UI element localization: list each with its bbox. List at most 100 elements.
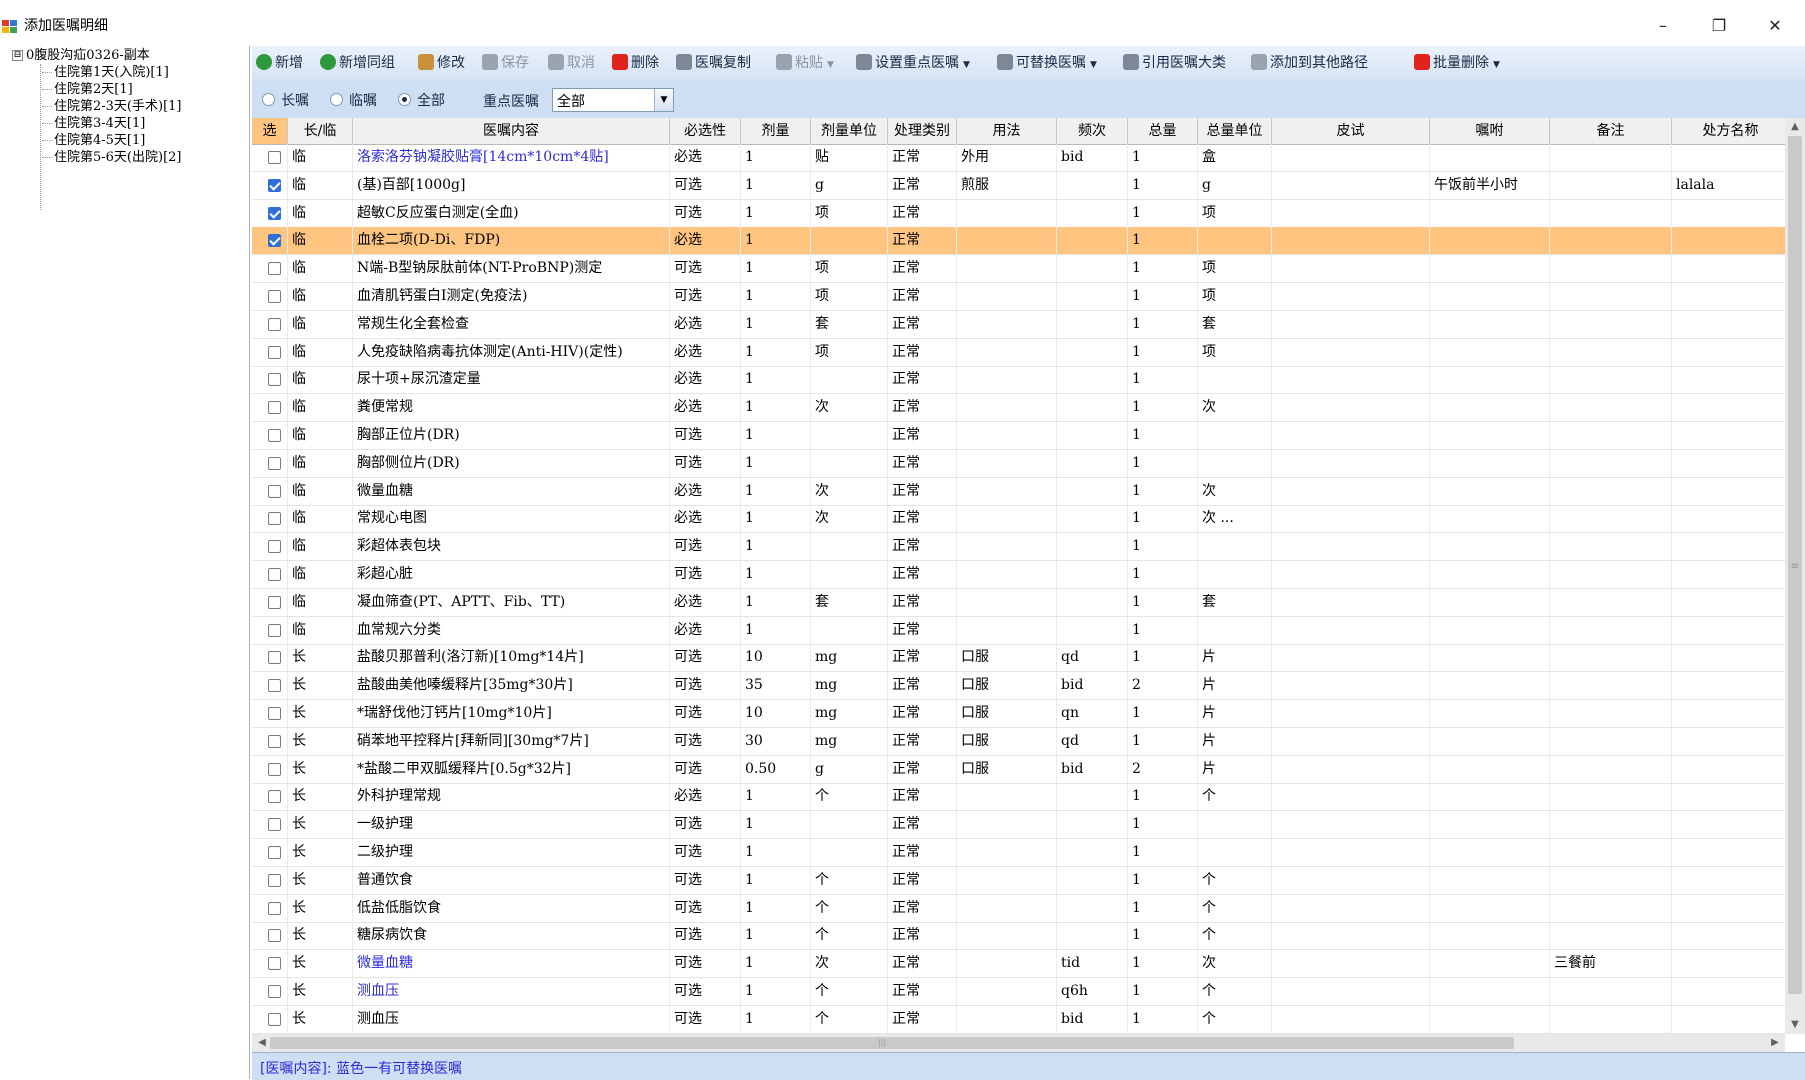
- grid-cell[interactable]: 二级护理: [353, 839, 670, 866]
- key-order-select[interactable]: 全部 ▼: [552, 88, 674, 112]
- grid-cell[interactable]: [1272, 700, 1430, 727]
- grid-cell[interactable]: 个: [1198, 783, 1272, 811]
- grid-cell[interactable]: [1550, 394, 1672, 422]
- grid-cell[interactable]: 长: [288, 783, 353, 811]
- grid-cell[interactable]: [1672, 1005, 1790, 1033]
- row-checkbox[interactable]: [268, 429, 281, 442]
- grid-cell[interactable]: 1: [1128, 978, 1198, 1005]
- grid-cell[interactable]: 1: [741, 227, 811, 255]
- grid-cell[interactable]: 微量血糖: [353, 477, 670, 505]
- grid-cell[interactable]: 次 ...: [1198, 505, 1272, 533]
- grid-cell[interactable]: [1057, 338, 1128, 366]
- grid-cell[interactable]: [1550, 978, 1672, 1005]
- grid-cell[interactable]: [1672, 561, 1790, 588]
- grid-cell[interactable]: g: [811, 755, 888, 783]
- grid-cell[interactable]: 必选: [670, 366, 741, 394]
- grid-cell[interactable]: [1430, 394, 1550, 422]
- grid-cell[interactable]: 彩超心脏: [353, 561, 670, 588]
- grid-cell[interactable]: 正常: [888, 783, 957, 811]
- grid-cell[interactable]: 临: [288, 144, 353, 171]
- grid-cell[interactable]: [1430, 227, 1550, 255]
- grid-cell[interactable]: 1: [1128, 505, 1198, 533]
- batch-delete-button[interactable]: 批量删除 ▼: [1414, 52, 1500, 74]
- grid-cell[interactable]: 胸部侧位片(DR): [353, 449, 670, 477]
- row-checkbox[interactable]: [268, 151, 281, 164]
- grid-cell[interactable]: 正常: [888, 755, 957, 783]
- grid-cell[interactable]: 个: [1198, 978, 1272, 1005]
- column-header[interactable]: 总量单位: [1198, 118, 1272, 144]
- grid-cell[interactable]: [811, 449, 888, 477]
- grid-cell[interactable]: 煎服: [957, 171, 1057, 199]
- grid-cell[interactable]: [957, 1005, 1057, 1033]
- grid-cell[interactable]: [1550, 533, 1672, 561]
- grid-cell[interactable]: 正常: [888, 894, 957, 922]
- grid-cell[interactable]: [1430, 144, 1550, 171]
- grid-cell[interactable]: 必选: [670, 227, 741, 255]
- close-button[interactable]: ✕: [1747, 14, 1803, 38]
- grid-cell[interactable]: 可选: [670, 866, 741, 894]
- grid-cell[interactable]: 口服: [957, 672, 1057, 700]
- grid-cell[interactable]: [1272, 449, 1430, 477]
- grid-cell[interactable]: 1: [741, 310, 811, 338]
- column-header[interactable]: 选: [252, 118, 288, 144]
- grid-cell[interactable]: 2: [1128, 672, 1198, 700]
- grid-cell[interactable]: [1057, 449, 1128, 477]
- grid-cell[interactable]: [1057, 394, 1128, 422]
- grid-cell[interactable]: [957, 922, 1057, 950]
- grid-cell[interactable]: [1550, 811, 1672, 839]
- tree-item[interactable]: 住院第4-5天[1]: [42, 133, 145, 149]
- chevron-down-icon[interactable]: ▼: [1493, 60, 1500, 70]
- grid-cell[interactable]: [1272, 505, 1430, 533]
- grid-cell[interactable]: [1550, 449, 1672, 477]
- grid-cell[interactable]: 1: [1128, 171, 1198, 199]
- grid-cell[interactable]: 1: [741, 978, 811, 1005]
- table-row[interactable]: 临尿十项+尿沉渣定量 必选 1 正常 1: [252, 366, 1790, 395]
- grid-cell[interactable]: [1057, 561, 1128, 588]
- grid-cell[interactable]: 临: [288, 588, 353, 616]
- grid-cell[interactable]: 必选: [670, 144, 741, 171]
- table-row[interactable]: 长盐酸贝那普利(洛汀新)[10mg*14片] 可选 10 mg 正常 口服 qd 1 片: [252, 644, 1790, 673]
- grid-cell[interactable]: 可选: [670, 811, 741, 839]
- grid-cell[interactable]: *瑞舒伐他汀钙片[10mg*10片]: [353, 700, 670, 727]
- grid-cell[interactable]: bid: [1057, 755, 1128, 783]
- grid-cell[interactable]: 临: [288, 227, 353, 255]
- grid-cell[interactable]: [1430, 533, 1550, 561]
- grid-cell[interactable]: [1198, 533, 1272, 561]
- grid-cell[interactable]: 正常: [888, 700, 957, 727]
- grid-cell[interactable]: 个: [811, 866, 888, 894]
- grid-cell[interactable]: 长: [288, 644, 353, 672]
- grid-cell[interactable]: 1: [741, 199, 811, 227]
- grid-cell[interactable]: 10: [741, 700, 811, 727]
- grid-cell[interactable]: [1430, 199, 1550, 227]
- grid-cell[interactable]: [1672, 449, 1790, 477]
- grid-cell[interactable]: 1: [1128, 588, 1198, 616]
- grid-cell[interactable]: 必选: [670, 394, 741, 422]
- grid-cell[interactable]: [1272, 561, 1430, 588]
- grid-cell[interactable]: [1198, 227, 1272, 255]
- grid-cell[interactable]: 常规心电图: [353, 505, 670, 533]
- table-row[interactable]: 临超敏C反应蛋白测定(全血) 可选 1 项正常 1 项: [252, 199, 1790, 228]
- collapse-toggle-icon[interactable]: ⊟: [12, 50, 23, 61]
- table-row[interactable]: 临微量血糖 必选 1 次正常 1 次: [252, 477, 1790, 506]
- grid-cell[interactable]: 必选: [670, 616, 741, 644]
- grid-cell[interactable]: 口服: [957, 700, 1057, 727]
- grid-cell[interactable]: bid: [1057, 144, 1128, 171]
- grid-cell[interactable]: 长: [288, 672, 353, 700]
- grid-cell[interactable]: [1430, 894, 1550, 922]
- grid-cell[interactable]: 次: [811, 505, 888, 533]
- grid-cell[interactable]: [1550, 310, 1672, 338]
- grid-cell[interactable]: [1672, 672, 1790, 700]
- grid-cell[interactable]: [1272, 199, 1430, 227]
- grid-cell[interactable]: 1: [1128, 533, 1198, 561]
- row-checkbox[interactable]: [268, 790, 281, 804]
- grid-cell[interactable]: 洛索洛芬钠凝胶贴膏[14cm*10cm*4贴]: [353, 144, 670, 171]
- grid-cell[interactable]: [1430, 616, 1550, 644]
- grid-cell[interactable]: [1550, 616, 1672, 644]
- grid-cell[interactable]: 10: [741, 644, 811, 672]
- grid-cell[interactable]: 1: [1128, 283, 1198, 310]
- grid-cell[interactable]: 粪便常规: [353, 394, 670, 422]
- grid-cell[interactable]: [1672, 950, 1790, 978]
- grid-cell[interactable]: 可选: [670, 644, 741, 672]
- grid-cell[interactable]: 1: [741, 394, 811, 422]
- grid-cell[interactable]: 临: [288, 449, 353, 477]
